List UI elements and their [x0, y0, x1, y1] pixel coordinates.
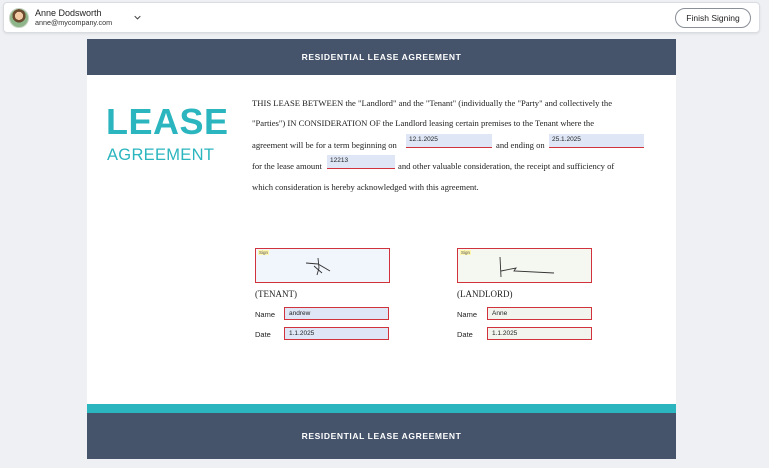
lease-title: LEASE — [106, 101, 229, 142]
paragraph-line-2: "Parties") IN CONSIDERATION OF the Landl… — [252, 118, 595, 128]
agreement-subtitle: AGREEMENT — [107, 146, 215, 164]
user-name: Anne Dodsworth — [35, 8, 102, 19]
user-email: anne@mycompany.com — [35, 17, 113, 27]
user-info: Anne Dodsworth anne@mycompany.com — [35, 8, 112, 27]
landlord-signature-drawing — [499, 256, 555, 278]
landlord-date-label: Date — [457, 330, 473, 339]
paragraph-line-4-end: and other valuable consideration, the re… — [398, 161, 615, 171]
paragraph-line-3-mid: and ending on — [496, 140, 545, 150]
lease-document: RESIDENTIAL LEASE AGREEMENT LEASE AGREEM… — [87, 39, 676, 459]
paragraph-line-5: which consideration is hereby acknowledg… — [252, 182, 479, 192]
landlord-date-field[interactable]: 1.1.2025 — [487, 327, 592, 340]
tenant-date-label: Date — [255, 330, 271, 339]
landlord-name-field[interactable]: Anne — [487, 307, 592, 320]
start-date-field[interactable]: 12.1.2025 — [406, 134, 492, 148]
document-header-band: RESIDENTIAL LEASE AGREEMENT — [87, 39, 676, 75]
tenant-role: (TENANT) — [255, 289, 297, 299]
chevron-down-icon[interactable] — [134, 14, 141, 21]
tenant-signature-box[interactable]: Sign — [255, 248, 390, 283]
tenant-name-field[interactable]: andrew — [284, 307, 389, 320]
tenant-name-label: Name — [255, 310, 276, 319]
landlord-role: (LANDLORD) — [457, 289, 513, 299]
teal-divider — [87, 404, 676, 413]
finish-signing-button[interactable]: Finish Signing — [675, 8, 751, 28]
top-bar: Anne Dodsworth anne@mycompany.com Finish… — [3, 2, 760, 33]
paragraph-line-1: THIS LEASE BETWEEN the "Landlord" and th… — [252, 98, 613, 108]
user-menu[interactable]: Anne Dodsworth anne@mycompany.com — [7, 5, 145, 30]
lease-amount-field[interactable]: 12213 — [327, 155, 395, 169]
tenant-sign-tag: Sign — [258, 250, 270, 255]
tenant-signature-drawing — [305, 257, 331, 276]
end-date-field[interactable]: 25.1.2025 — [549, 134, 644, 148]
landlord-sign-tag: Sign — [460, 250, 472, 255]
landlord-name-label: Name — [457, 310, 478, 319]
landlord-signature-box[interactable]: Sign — [457, 248, 592, 283]
avatar — [9, 7, 29, 28]
tenant-date-field[interactable]: 1.1.2025 — [284, 327, 389, 340]
document-footer-band: RESIDENTIAL LEASE AGREEMENT — [87, 413, 676, 459]
